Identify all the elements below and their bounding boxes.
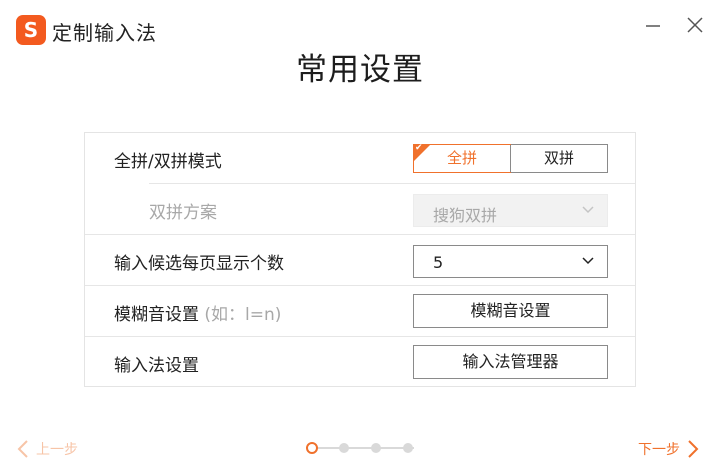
fuzzy-sound-label-text: 模糊音设置: [114, 305, 199, 325]
prev-step-button[interactable]: 上一步: [16, 438, 78, 460]
option-quanpin-label: 全拼: [446, 149, 477, 167]
option-shuangpin-label: 双拼: [543, 149, 574, 167]
chevron-down-icon: [582, 257, 594, 265]
fuzzy-sound-row: 模糊音设置 (如：l=n) 模糊音设置: [85, 286, 635, 337]
minimize-icon: [646, 25, 660, 27]
shuangpin-scheme-value: 搜狗双拼: [433, 206, 498, 225]
app-title: 定制输入法: [52, 21, 157, 45]
shuangpin-scheme-select[interactable]: 搜狗双拼: [413, 194, 608, 227]
shuangpin-scheme-row: 双拼方案 搜狗双拼: [85, 184, 635, 235]
close-icon: [687, 17, 703, 33]
settings-panel: 全拼/双拼模式 ✔ 全拼 双拼 双拼方案 搜狗双拼 输入候选每页显示个数 5 模…: [84, 132, 636, 387]
step-dot-4[interactable]: [403, 443, 413, 453]
ime-settings-row: 输入法设置 输入法管理器: [85, 337, 635, 388]
candidates-label: 输入候选每页显示个数: [114, 254, 284, 274]
minimize-button[interactable]: [640, 12, 666, 38]
candidates-count-value: 5: [433, 253, 444, 272]
sogou-logo-icon: S: [16, 15, 46, 45]
step-indicator: [306, 441, 418, 455]
next-step-button[interactable]: 下一步: [638, 438, 700, 460]
ime-manager-button[interactable]: 输入法管理器: [413, 345, 608, 379]
shuangpin-scheme-label: 双拼方案: [149, 203, 217, 223]
step-dot-2[interactable]: [339, 443, 349, 453]
fuzzy-sound-label: 模糊音设置 (如：l=n): [114, 300, 281, 325]
check-icon: ✔: [415, 143, 423, 153]
fuzzy-sound-settings-button[interactable]: 模糊音设置: [413, 294, 608, 328]
pinyin-mode-label: 全拼/双拼模式: [114, 152, 222, 172]
step-track: [314, 447, 414, 449]
pinyin-mode-toggle: ✔ 全拼 双拼: [413, 143, 608, 173]
candidates-row: 输入候选每页显示个数 5: [85, 235, 635, 286]
ime-settings-label: 输入法设置: [114, 356, 199, 376]
option-quanpin[interactable]: ✔ 全拼: [413, 143, 511, 173]
chevron-down-icon: [582, 206, 594, 214]
pinyin-mode-row: 全拼/双拼模式 ✔ 全拼 双拼: [85, 133, 635, 184]
page-title: 常用设置: [296, 52, 424, 88]
close-button[interactable]: [682, 12, 708, 38]
option-shuangpin[interactable]: 双拼: [510, 145, 607, 172]
chevron-left-icon: [17, 440, 28, 458]
prev-step-label: 上一步: [36, 442, 78, 458]
step-dot-1[interactable]: [306, 442, 318, 454]
next-step-label: 下一步: [638, 442, 680, 458]
chevron-right-icon: [688, 440, 699, 458]
step-dot-3[interactable]: [371, 443, 381, 453]
fuzzy-sound-hint: (如：l=n): [204, 305, 282, 325]
title-bar: S 定制输入法: [0, 0, 720, 48]
candidates-count-select[interactable]: 5: [413, 245, 608, 278]
